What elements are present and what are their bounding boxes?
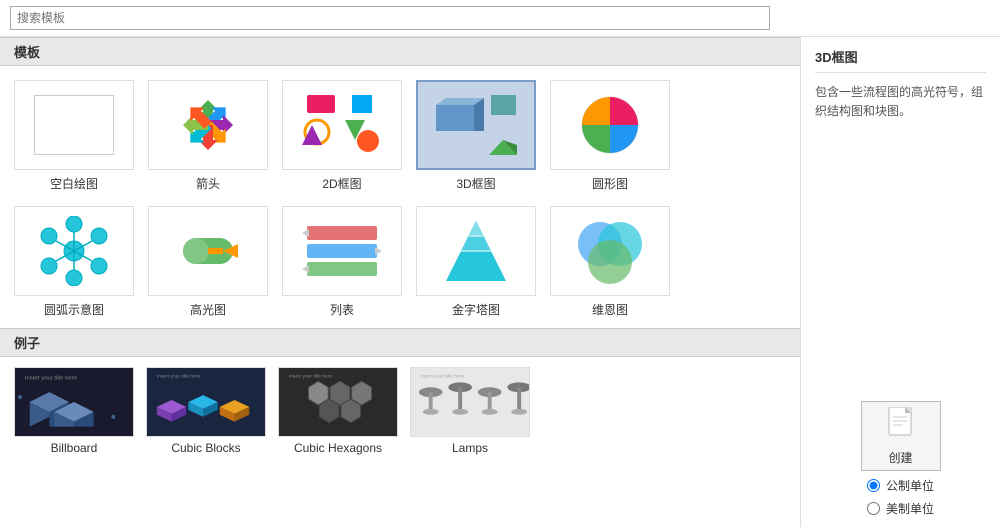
highlight-icon bbox=[163, 216, 253, 286]
example-item-billboard[interactable]: Insert your title here bbox=[14, 367, 134, 455]
example-label-billboard: Billboard bbox=[51, 441, 98, 455]
template-label-pyramid: 金字塔图 bbox=[452, 301, 500, 318]
circle-chart-icon bbox=[565, 90, 655, 160]
imperial-unit-row[interactable]: 美制单位 bbox=[867, 500, 934, 517]
example-item-cubic-blocks[interactable]: Insert your title here bbox=[146, 367, 266, 455]
2d-frame-icon bbox=[297, 90, 387, 160]
template-thumb-network bbox=[14, 206, 134, 296]
search-bar bbox=[0, 0, 1000, 37]
blank-icon bbox=[34, 95, 114, 155]
cubic-blocks-preview: Insert your title here bbox=[147, 367, 265, 437]
template-label-blank: 空白绘图 bbox=[50, 175, 98, 192]
template-item-network[interactable]: 圆弧示意图 bbox=[14, 206, 134, 318]
example-thumb-lamps: Insert your title here bbox=[410, 367, 530, 437]
template-item-arrows[interactable]: 箭头 bbox=[148, 80, 268, 192]
example-thumb-cubic-blocks: Insert your title here bbox=[146, 367, 266, 437]
templates-section-header: 模板 bbox=[0, 37, 800, 66]
right-panel: 3D框图 包含一些流程图的高光符号，组织结构图和块图。 创建 公制单位 bbox=[800, 37, 1000, 527]
template-thumb-list bbox=[282, 206, 402, 296]
template-item-circle[interactable]: 圆形图 bbox=[550, 80, 670, 192]
list-icon bbox=[297, 216, 387, 286]
template-thumb-2d bbox=[282, 80, 402, 170]
3d-frame-icon bbox=[431, 90, 521, 160]
template-thumb-venn bbox=[550, 206, 670, 296]
billboard-preview: Insert your title here bbox=[15, 367, 133, 437]
template-label-highlight: 高光图 bbox=[190, 301, 226, 318]
right-panel-description: 包含一些流程图的高光符号，组织结构图和块图。 bbox=[815, 83, 986, 121]
example-item-lamps[interactable]: Insert your title here bbox=[410, 367, 530, 455]
example-label-cubic-hexagons: Cubic Hexagons bbox=[294, 441, 382, 455]
create-button[interactable]: 创建 bbox=[861, 401, 941, 471]
imperial-label: 美制单位 bbox=[886, 500, 934, 517]
examples-section-label: 例子 bbox=[14, 333, 40, 352]
template-thumb-blank bbox=[14, 80, 134, 170]
template-item-pyramid[interactable]: 金字塔图 bbox=[416, 206, 536, 318]
templates-section-label: 模板 bbox=[14, 42, 40, 61]
imperial-radio[interactable] bbox=[867, 502, 880, 515]
examples-grid: Insert your title here bbox=[0, 357, 800, 465]
template-item-venn[interactable]: 维恩图 bbox=[550, 206, 670, 318]
main-layout: 模板 空白绘图 bbox=[0, 37, 1000, 527]
template-thumb-highlight bbox=[148, 206, 268, 296]
metric-unit-row[interactable]: 公制单位 bbox=[867, 477, 934, 494]
cubic-hexagons-preview: Insert your title here bbox=[279, 367, 397, 437]
create-section: 创建 公制单位 美制单位 bbox=[815, 401, 986, 517]
template-label-3d: 3D框图 bbox=[456, 175, 495, 192]
lamps-preview: Insert your title here bbox=[411, 367, 529, 437]
example-item-cubic-hexagons[interactable]: Insert your title here Cubic Hexagons bbox=[278, 367, 398, 455]
template-label-list: 列表 bbox=[330, 301, 354, 318]
template-item-highlight[interactable]: 高光图 bbox=[148, 206, 268, 318]
template-thumb-pyramid bbox=[416, 206, 536, 296]
unit-options: 公制单位 美制单位 bbox=[867, 477, 934, 517]
search-input[interactable] bbox=[10, 6, 770, 30]
template-item-list[interactable]: 列表 bbox=[282, 206, 402, 318]
examples-section-header: 例子 bbox=[0, 328, 800, 357]
template-label-circle: 圆形图 bbox=[592, 175, 628, 192]
create-button-label: 创建 bbox=[888, 449, 912, 466]
template-item-blank[interactable]: 空白绘图 bbox=[14, 80, 134, 192]
example-thumb-cubic-hexagons: Insert your title here bbox=[278, 367, 398, 437]
example-thumb-billboard: Insert your title here bbox=[14, 367, 134, 437]
content-area: 模板 空白绘图 bbox=[0, 37, 800, 527]
metric-radio[interactable] bbox=[867, 479, 880, 492]
template-item-3d[interactable]: 3D框图 bbox=[416, 80, 536, 192]
template-item-2d[interactable]: 2D框图 bbox=[282, 80, 402, 192]
venn-icon bbox=[565, 216, 655, 286]
document-icon bbox=[885, 407, 917, 443]
svg-text:Insert your title here: Insert your title here bbox=[289, 373, 333, 379]
network-icon bbox=[29, 216, 119, 286]
template-label-arrows: 箭头 bbox=[196, 175, 220, 192]
example-label-cubic-blocks: Cubic Blocks bbox=[171, 441, 240, 455]
template-label-venn: 维恩图 bbox=[592, 301, 628, 318]
example-label-lamps: Lamps bbox=[452, 441, 488, 455]
template-thumb-circle bbox=[550, 80, 670, 170]
pyramid-icon bbox=[431, 216, 521, 286]
right-panel-spacer bbox=[815, 131, 986, 391]
template-label-network: 圆弧示意图 bbox=[44, 301, 104, 318]
svg-text:Insert your title here: Insert your title here bbox=[25, 375, 78, 381]
metric-label: 公制单位 bbox=[886, 477, 934, 494]
svg-text:Insert your title here: Insert your title here bbox=[421, 373, 465, 379]
svg-text:Insert your title here: Insert your title here bbox=[157, 373, 201, 379]
template-label-2d: 2D框图 bbox=[322, 175, 361, 192]
template-thumb-arrows bbox=[148, 80, 268, 170]
arrows-icon bbox=[163, 90, 253, 160]
templates-grid: 空白绘图 箭头 bbox=[0, 66, 800, 328]
template-thumb-3d bbox=[416, 80, 536, 170]
right-panel-title: 3D框图 bbox=[815, 47, 986, 73]
